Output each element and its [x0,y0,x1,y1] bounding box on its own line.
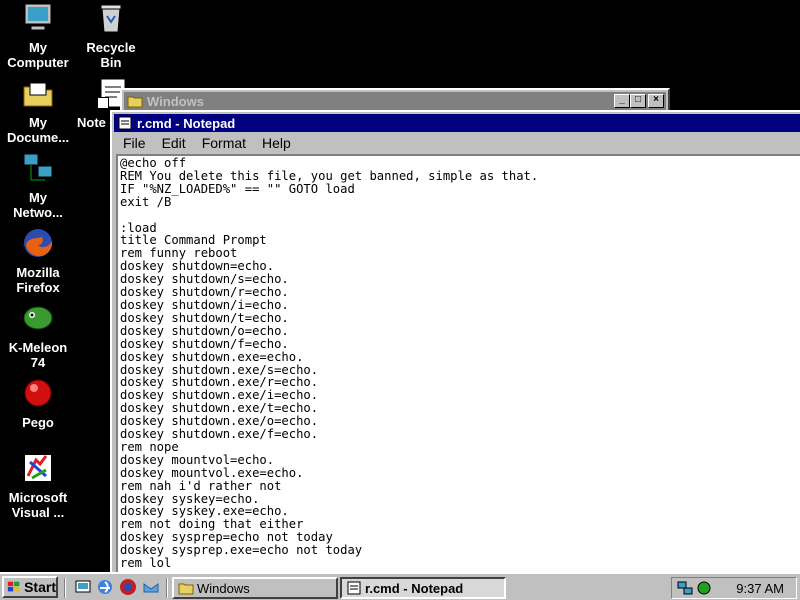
k-meleon-icon [22,302,54,334]
desktop-icon-my-computer[interactable]: My Computer [0,2,76,70]
editor-content[interactable]: @echo off REM You delete this file, you … [118,156,800,570]
desktop-icon-visual-studio[interactable]: Microsoft Visual ... [0,452,76,520]
system-tray: 9:37 AM [671,577,797,599]
notepad-icon [347,581,361,595]
folder-icon [178,583,194,595]
desktop-icon-label: My Docume... [6,115,70,145]
text-editor[interactable]: @echo off REM You delete this file, you … [116,154,800,578]
menu-edit[interactable]: Edit [153,135,193,151]
desktop-icon-label: Microsoft Visual ... [8,490,68,520]
notepad-title: r.cmd - Notepad [137,115,236,131]
volume-tray-icon[interactable] [696,580,712,596]
start-button[interactable]: Start [2,576,58,598]
firefox-icon[interactable] [119,578,137,596]
desktop-icon-label: My Computer [7,40,69,70]
explorer-titlebar[interactable]: Windows _ □ × [124,92,666,110]
desktop-icon-label: Pego [22,415,54,430]
my-documents-icon [22,77,54,109]
taskbar-separator [166,578,168,598]
taskbar-separator [64,578,66,598]
desktop-icon-label: K-Meleon 74 [8,340,68,370]
start-label: Start [24,579,56,595]
desktop-icon-label: My Netwo... [13,190,63,220]
folder-icon [127,96,143,108]
desktop-icon-label: Mozilla Firefox [16,265,60,295]
recycle-bin-icon [95,2,127,34]
close-button[interactable]: × [648,94,664,108]
menu-bar: File Edit Format Help [114,133,800,153]
desktop-icon-label: Recycle Bin [86,40,136,70]
minimize-button[interactable]: _ [614,94,630,108]
outlook-icon[interactable] [142,578,160,596]
notepad-titlebar[interactable]: r.cmd - Notepad [114,114,800,132]
internet-explorer-icon[interactable] [96,578,114,596]
windows-logo-icon [7,581,20,592]
network-icon [22,152,54,184]
task-button-notepad[interactable]: r.cmd - Notepad [340,577,506,599]
desktop-icon-pego[interactable]: Pego [0,377,76,430]
task-label: r.cmd - Notepad [365,580,464,596]
menu-format[interactable]: Format [193,135,253,151]
desktop-icon-k-meleon[interactable]: K-Meleon 74 [0,302,76,370]
maximize-button[interactable]: □ [630,94,646,108]
visual-studio-icon [22,452,54,484]
task-label: Windows [197,580,250,596]
my-computer-icon [22,2,54,34]
network-tray-icon[interactable] [677,580,693,596]
explorer-title: Windows [147,93,204,109]
show-desktop-icon[interactable] [74,578,92,596]
notepad-window[interactable]: r.cmd - Notepad File Edit Format Help @e… [110,110,800,580]
menu-file[interactable]: File [114,135,153,151]
desktop-icon-firefox[interactable]: Mozilla Firefox [0,227,76,295]
desktop-icon-network[interactable]: My Netwo... [0,152,76,220]
firefox-icon [22,227,54,259]
notepad-icon [118,116,132,130]
desktop-icon-recycle-bin[interactable]: Recycle Bin [73,2,149,70]
clock[interactable]: 9:37 AM [736,581,784,596]
desktop-icon-my-documents[interactable]: My Docume... [0,77,76,145]
taskbar: Start Windows r.cmd - Notepad 9:37 AM [0,572,800,600]
menu-help[interactable]: Help [253,135,298,151]
pego-icon [22,377,54,409]
task-button-windows[interactable]: Windows [172,577,338,599]
